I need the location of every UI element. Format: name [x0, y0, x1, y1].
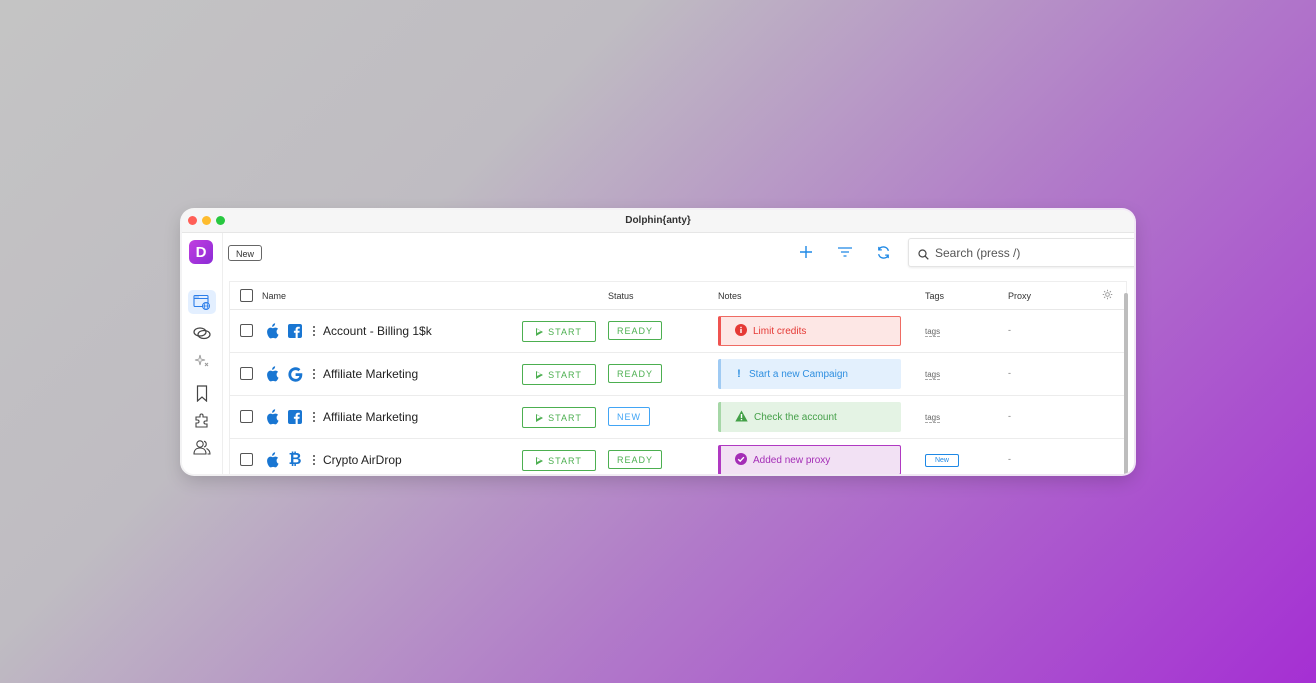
facebook-icon [287, 409, 303, 425]
users-icon[interactable] [188, 435, 216, 459]
note-text: Limit credits [753, 325, 807, 337]
facebook-icon [287, 323, 303, 339]
status-badge[interactable]: NEW [608, 407, 650, 426]
tags-placeholder[interactable]: tags [925, 327, 941, 337]
proxy-value[interactable]: - [1008, 454, 1011, 464]
header-status[interactable]: Status [608, 291, 634, 301]
extensions-puzzle-icon[interactable] [188, 408, 216, 432]
filter-icon[interactable] [835, 242, 855, 262]
profile-name[interactable]: Affiliate Marketing [323, 367, 418, 381]
kebab-menu-icon[interactable] [311, 367, 317, 381]
apple-icon [264, 452, 280, 468]
row-checkbox[interactable] [240, 410, 253, 423]
kebab-menu-icon[interactable] [311, 324, 317, 338]
header-name[interactable]: Name [262, 291, 286, 301]
note-text: Start a new Campaign [749, 368, 848, 380]
vertical-scrollbar[interactable] [1124, 293, 1128, 474]
start-button[interactable]: START [522, 321, 596, 342]
table-row[interactable]: Affiliate Marketing START NEW Check the … [230, 396, 1126, 439]
play-icon [536, 456, 544, 465]
start-button[interactable]: START [522, 364, 596, 385]
exclamation-icon: ! [737, 368, 741, 380]
play-icon [536, 370, 544, 379]
start-button[interactable]: START [522, 407, 596, 428]
apple-icon [264, 409, 280, 425]
refresh-icon[interactable] [873, 242, 893, 262]
search-icon [918, 247, 929, 265]
header-proxy[interactable]: Proxy [1008, 291, 1031, 301]
note-chip[interactable]: Check the account [718, 402, 901, 432]
select-all-checkbox[interactable] [240, 289, 253, 302]
status-badge[interactable]: READY [608, 450, 663, 469]
tags-placeholder[interactable]: tags [925, 370, 941, 380]
row-checkbox[interactable] [240, 324, 253, 337]
app-window: Dolphin{anty} D New Search (press /) Nam… [182, 210, 1134, 474]
apple-icon [264, 323, 280, 339]
gear-icon[interactable] [1102, 289, 1113, 302]
profile-name[interactable]: Account - Billing 1$k [323, 324, 432, 338]
row-checkbox[interactable] [240, 367, 253, 380]
plus-icon[interactable] [796, 242, 816, 262]
start-button[interactable]: START [522, 450, 596, 471]
play-icon [536, 413, 544, 422]
main-content: New Name Status Notes Tags Proxy [223, 233, 1134, 474]
row-checkbox[interactable] [240, 453, 253, 466]
proxy-links-icon[interactable] [188, 321, 216, 345]
note-chip[interactable]: Limit credits [718, 316, 901, 346]
note-text: Added new proxy [753, 454, 831, 466]
table-row[interactable]: ₿ Crypto AirDrop START READY Added new p… [230, 439, 1126, 474]
google-icon [287, 366, 303, 382]
play-icon [536, 327, 544, 336]
profiles-table: Name Status Notes Tags Proxy Account - B… [229, 281, 1127, 474]
note-text: Check the account [754, 411, 837, 423]
search-input[interactable] [935, 239, 1125, 266]
status-badge[interactable]: READY [608, 364, 663, 383]
table-header: Name Status Notes Tags Proxy [230, 282, 1126, 310]
header-notes[interactable]: Notes [718, 291, 742, 301]
bookmark-icon[interactable] [188, 381, 216, 405]
header-tags[interactable]: Tags [925, 291, 944, 301]
profile-name[interactable]: Crypto AirDrop [323, 453, 402, 467]
proxy-value[interactable]: - [1008, 411, 1011, 421]
note-chip[interactable]: ! Start a new Campaign [718, 359, 901, 389]
automation-sparkle-icon[interactable] [188, 349, 216, 373]
new-profile-button[interactable]: New [228, 245, 263, 261]
check-circle-icon [735, 452, 747, 468]
app-logo[interactable]: D [189, 240, 213, 264]
profile-name[interactable]: Affiliate Marketing [323, 410, 418, 424]
error-icon [735, 323, 747, 339]
table-row[interactable]: Affiliate Marketing START READY ! Start … [230, 353, 1126, 396]
tag-badge[interactable]: New [925, 454, 959, 467]
title-bar: Dolphin{anty} [182, 210, 1134, 233]
table-row[interactable]: Account - Billing 1$k START READY Limit … [230, 310, 1126, 353]
kebab-menu-icon[interactable] [311, 453, 317, 467]
search-box[interactable] [908, 238, 1134, 267]
apple-icon [264, 366, 280, 382]
status-badge[interactable]: READY [608, 321, 663, 340]
proxy-value[interactable]: - [1008, 325, 1011, 335]
sidebar: D [182, 233, 223, 474]
note-chip[interactable]: Added new proxy [718, 445, 901, 474]
bitcoin-icon: ₿ [288, 451, 302, 468]
window-title: Dolphin{anty} [625, 215, 691, 226]
warning-icon [735, 410, 748, 425]
tags-placeholder[interactable]: tags [925, 413, 941, 423]
browser-profiles-icon[interactable] [188, 290, 216, 314]
proxy-value[interactable]: - [1008, 368, 1011, 378]
kebab-menu-icon[interactable] [311, 410, 317, 424]
